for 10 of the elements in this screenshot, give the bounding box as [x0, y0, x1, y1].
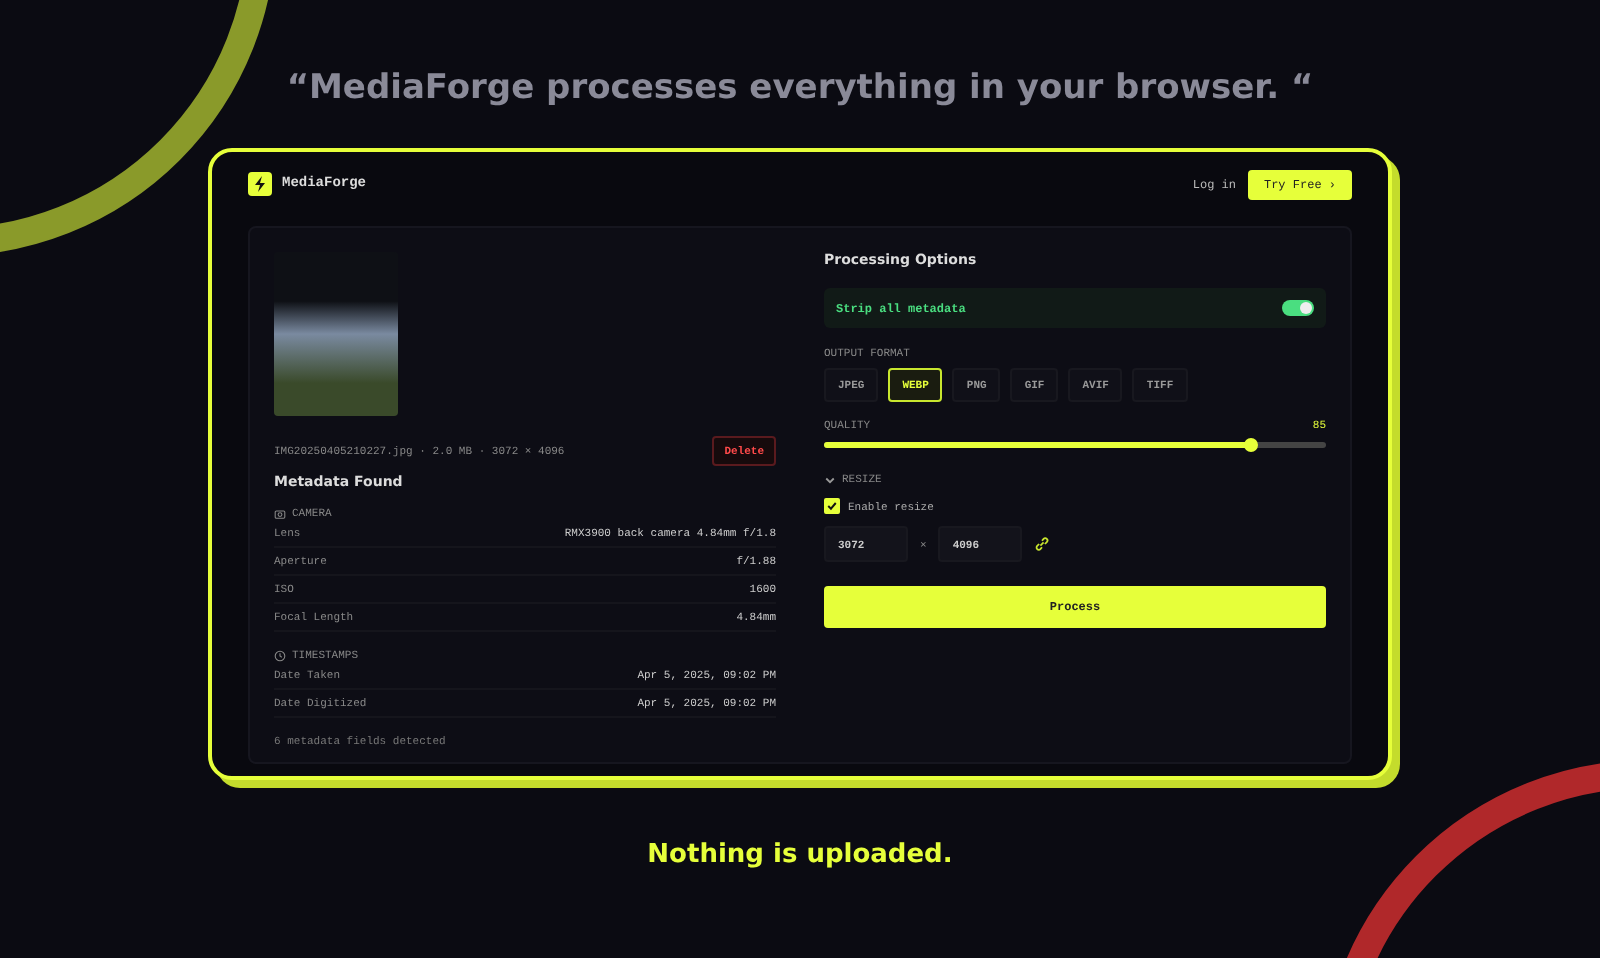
- tagline: Nothing is uploaded.: [647, 840, 953, 870]
- chevron-icon[interactable]: [824, 473, 836, 485]
- clock-icon: [274, 649, 286, 661]
- headline: “MediaForge processes everything in your browser. “: [286, 68, 1314, 108]
- toggle-switch[interactable]: [1282, 300, 1314, 316]
- checkbox[interactable]: [824, 498, 840, 514]
- bolt-logo-icon: [248, 172, 272, 196]
- quality-slider[interactable]: [824, 442, 1326, 448]
- link-icon[interactable]: [1034, 536, 1051, 552]
- camera-icon: [274, 507, 286, 519]
